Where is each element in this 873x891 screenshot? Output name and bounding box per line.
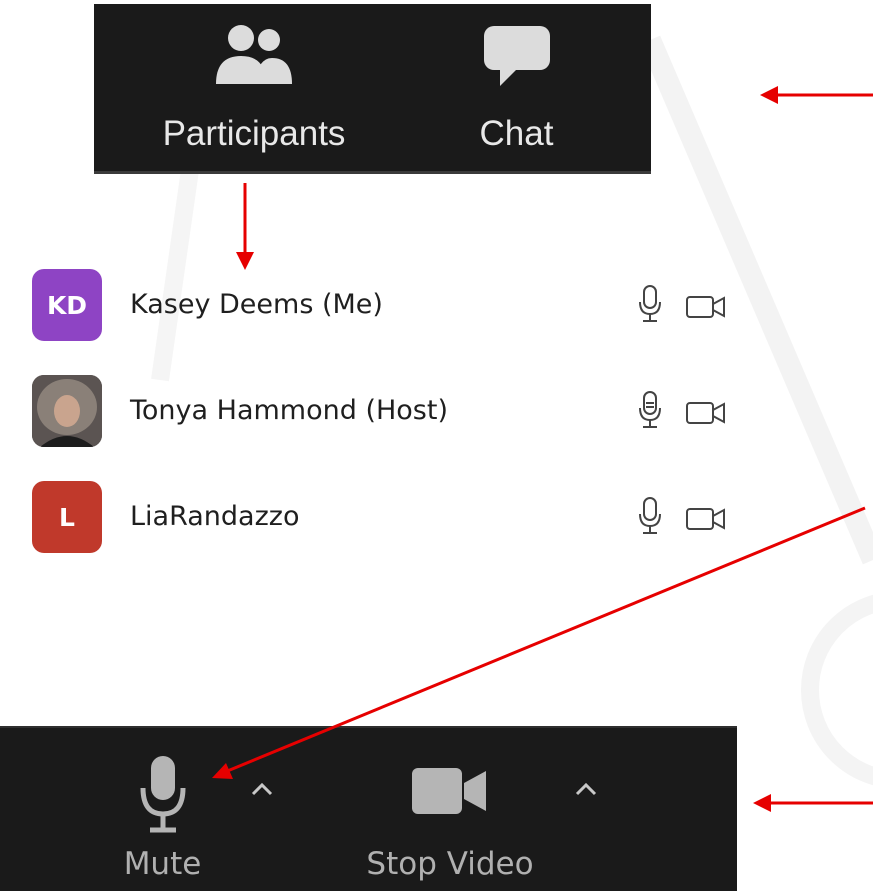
participants-icon xyxy=(214,24,294,90)
participant-name: Tonya Hammond (Host) xyxy=(130,395,448,426)
participant-row[interactable]: KD Kasey Deems (Me) xyxy=(30,267,750,373)
video-camera-outline-icon[interactable] xyxy=(686,401,726,429)
chat-button[interactable]: Chat xyxy=(449,4,584,171)
avatar: KD xyxy=(32,269,102,341)
audio-options-caret-up-icon[interactable] xyxy=(250,780,274,798)
chat-bubble-icon xyxy=(482,24,552,92)
bottom-toolbar: Mute Stop Video xyxy=(0,726,737,891)
avatar-photo xyxy=(32,375,102,447)
avatar-initials: KD xyxy=(46,290,88,320)
participants-label: Participants xyxy=(162,114,346,153)
mute-label: Mute xyxy=(123,846,202,882)
chat-label: Chat xyxy=(479,114,554,153)
top-toolbar: Participants Chat xyxy=(94,4,651,174)
video-camera-icon xyxy=(410,766,490,820)
participant-name: LiaRandazzo xyxy=(130,501,300,532)
microphone-icon xyxy=(138,754,188,838)
microphone-outline-icon[interactable] xyxy=(638,497,662,539)
video-camera-outline-icon[interactable] xyxy=(686,507,726,535)
participant-row[interactable]: L LiaRandazzo xyxy=(30,479,750,585)
participants-list: KD Kasey Deems (Me) Tonya Hammond (Host) xyxy=(30,267,750,585)
microphone-outline-icon[interactable] xyxy=(638,285,662,327)
avatar: L xyxy=(32,481,102,553)
avatar-initials: L xyxy=(59,502,75,532)
stop-video-label: Stop Video xyxy=(366,846,534,882)
participants-button[interactable]: Participants xyxy=(134,4,374,171)
mute-button[interactable]: Mute xyxy=(80,728,245,891)
stop-video-button[interactable]: Stop Video xyxy=(350,728,550,891)
microphone-outline-icon[interactable] xyxy=(638,391,662,433)
participant-row[interactable]: Tonya Hammond (Host) xyxy=(30,373,750,479)
video-options-caret-up-icon[interactable] xyxy=(574,780,598,798)
video-camera-outline-icon[interactable] xyxy=(686,295,726,323)
participant-name: Kasey Deems (Me) xyxy=(130,289,383,320)
